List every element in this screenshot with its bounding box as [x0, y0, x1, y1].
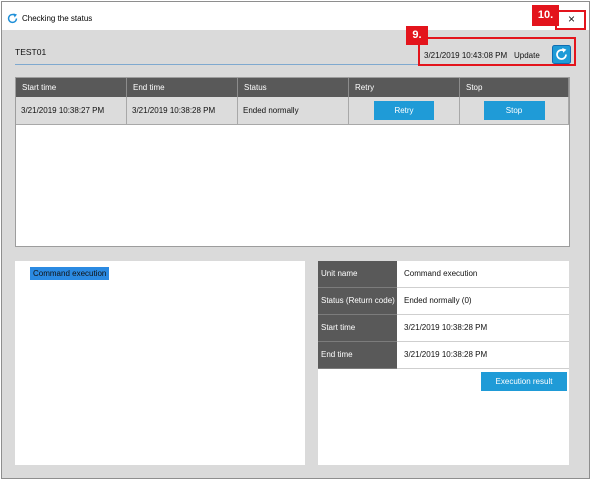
- detail-row-status: Status (Return code) Ended normally (0): [318, 288, 569, 315]
- table-header: Start time End time Status Retry Stop: [16, 78, 569, 97]
- detail-row-start-time: Start time 3/21/2019 10:38:28 PM: [318, 315, 569, 342]
- cell-start-time: 3/21/2019 10:38:27 PM: [16, 97, 127, 124]
- retry-button[interactable]: Retry: [374, 101, 434, 120]
- column-header-stop: Stop: [460, 78, 569, 97]
- column-header-start-time: Start time: [16, 78, 127, 97]
- detail-value: 3/21/2019 10:38:28 PM: [397, 342, 569, 369]
- column-header-end-time: End time: [127, 78, 238, 97]
- refresh-circle-icon: [7, 13, 18, 24]
- annotation-box-update: [418, 37, 576, 66]
- detail-label: End time: [318, 342, 397, 369]
- cell-stop: Stop: [460, 97, 569, 124]
- cell-retry: Retry: [349, 97, 460, 124]
- cell-status: Ended normally: [238, 97, 349, 124]
- details-panel: Unit name Command execution Status (Retu…: [318, 261, 569, 465]
- detail-value: Command execution: [397, 261, 569, 288]
- column-header-retry: Retry: [349, 78, 460, 97]
- annotation-tag-update: 9.: [406, 26, 428, 45]
- job-name: TEST01: [15, 47, 47, 57]
- detail-value: Ended normally (0): [397, 288, 569, 315]
- tree-item[interactable]: Command execution: [30, 267, 110, 280]
- execution-result-button[interactable]: Execution result: [481, 372, 567, 391]
- annotation-box-close: [555, 10, 586, 30]
- history-table: Start time End time Status Retry Stop 3/…: [15, 77, 570, 247]
- cell-end-time: 3/21/2019 10:38:28 PM: [127, 97, 238, 124]
- detail-label: Unit name: [318, 261, 397, 288]
- detail-label: Start time: [318, 315, 397, 342]
- table-row[interactable]: 3/21/2019 10:38:27 PM 3/21/2019 10:38:28…: [16, 97, 569, 125]
- annotation-tag-close: 10.: [532, 5, 559, 26]
- window-title: Checking the status: [22, 14, 93, 23]
- detail-row-end-time: End time 3/21/2019 10:38:28 PM: [318, 342, 569, 369]
- detail-row-unit-name: Unit name Command execution: [318, 261, 569, 288]
- detail-label: Status (Return code): [318, 288, 397, 315]
- column-header-status: Status: [238, 78, 349, 97]
- detail-value: 3/21/2019 10:38:28 PM: [397, 315, 569, 342]
- unit-tree-panel: Command execution: [15, 261, 305, 465]
- stop-button[interactable]: Stop: [483, 101, 545, 120]
